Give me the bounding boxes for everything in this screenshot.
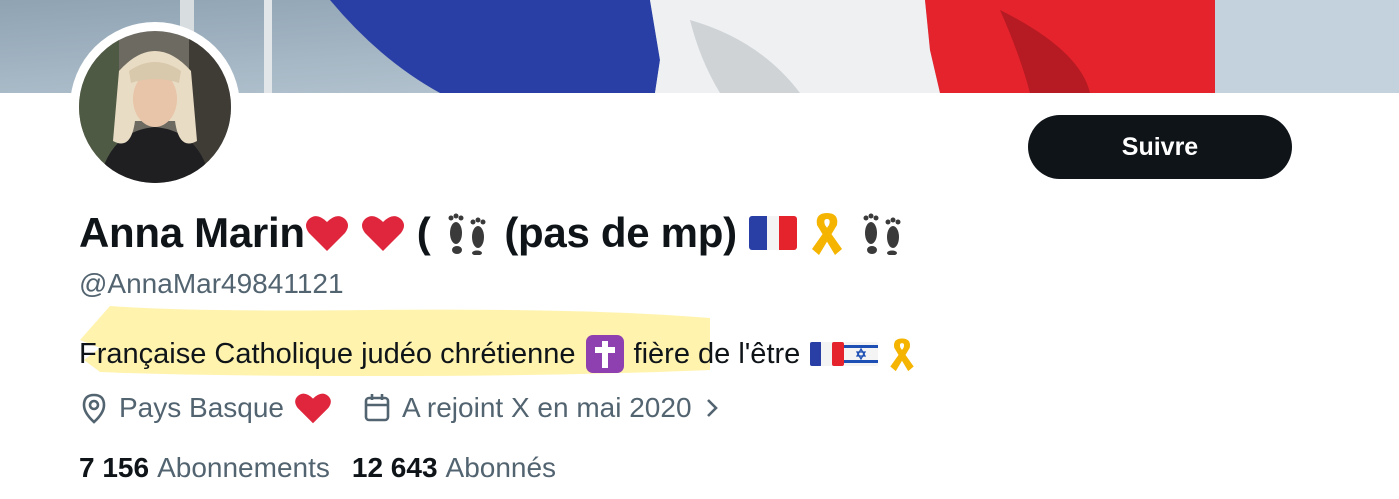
latin-cross-icon	[585, 335, 624, 373]
calendar-icon	[364, 394, 390, 422]
israel-flag-icon	[844, 342, 879, 366]
red-heart-icon	[305, 216, 348, 251]
profile-display-name: Anna Marin ( (pas de mp)	[79, 205, 907, 261]
display-name-paren-open: (	[416, 209, 431, 256]
yellow-ribbon-icon	[890, 338, 914, 372]
followers-count: 12 643	[351, 452, 438, 483]
footprints-icon	[863, 213, 901, 255]
red-heart-icon	[295, 393, 331, 424]
follow-button[interactable]: Suivre	[1028, 115, 1292, 179]
profile-handle: @AnnaMar49841121	[79, 268, 344, 299]
following-label: Abonnements	[157, 452, 330, 483]
joined-date-text: A rejoint X en mai 2020	[402, 392, 692, 423]
followers-link[interactable]: 12 643 Abonnés	[352, 452, 556, 484]
display-name-text: Anna Marin	[79, 209, 305, 256]
france-flag-icon	[810, 342, 845, 366]
location-text: Pays Basque	[119, 392, 284, 423]
profile-stats: 7 156 Abonnements 12 643 Abonnés	[79, 449, 556, 487]
profile-avatar[interactable]	[70, 22, 240, 192]
red-heart-icon	[361, 216, 404, 251]
france-flag-icon	[748, 216, 797, 250]
bio-suffix-text: fière de l'être	[633, 337, 801, 370]
avatar-image	[79, 31, 231, 183]
map-pin-icon	[82, 393, 106, 424]
followers-label: Abonnés	[445, 452, 557, 483]
bio-text: Française Catholique judéo chrétienne	[79, 337, 576, 370]
profile-bio: Française Catholique judéo chrétienne fi…	[79, 333, 916, 375]
joined-date-item[interactable]: A rejoint X en mai 2020	[362, 392, 722, 424]
footprints-icon	[448, 213, 486, 255]
display-name-note: (pas de mp)	[504, 209, 737, 256]
profile-meta: Pays Basque A rejoint X en mai 2020	[79, 388, 722, 428]
following-count: 7 156	[79, 452, 150, 483]
following-link[interactable]: 7 156 Abonnements	[79, 452, 330, 484]
yellow-ribbon-icon	[811, 213, 842, 255]
location-item: Pays Basque	[79, 391, 332, 425]
chevron-right-icon	[706, 399, 718, 417]
